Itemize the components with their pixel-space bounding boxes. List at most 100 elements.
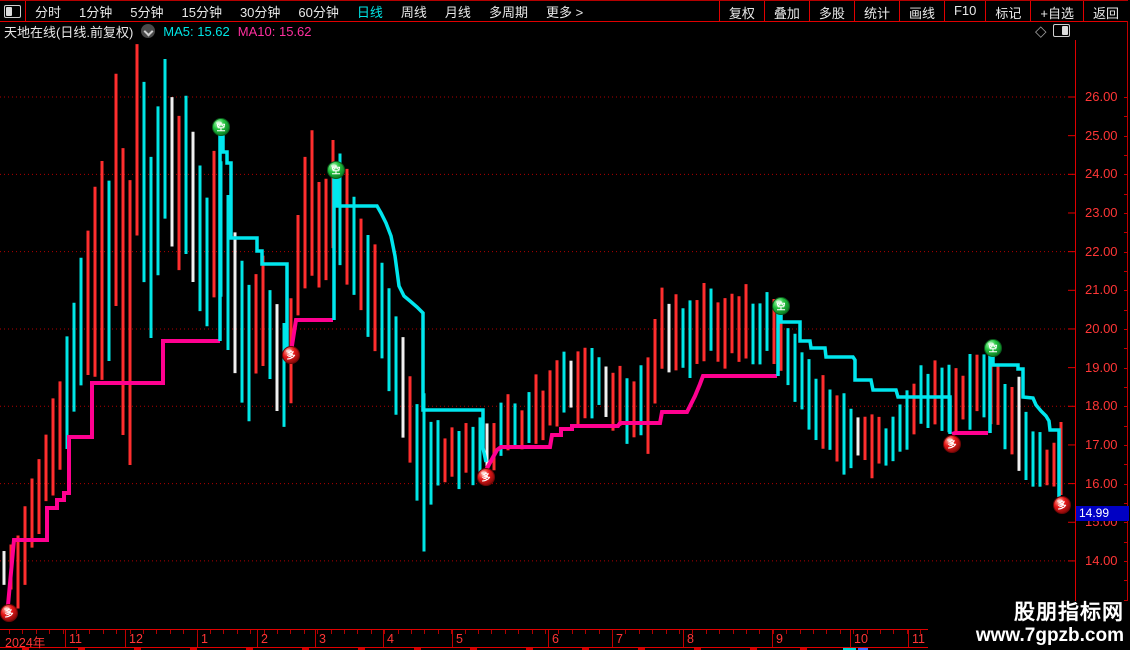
month-label: 8 [687, 632, 694, 646]
minor-time-tick [89, 630, 90, 634]
minor-time-tick [63, 630, 64, 634]
minor-time-tick [411, 630, 412, 634]
month-separator [65, 630, 66, 647]
minor-time-tick [759, 630, 760, 634]
chart-header: 天地在线(日线.前复权) MA5: 15.62 MA10: 15.62 [4, 23, 312, 40]
tools-menu-item-0[interactable]: 复权 [718, 1, 764, 21]
app-window: 分时 1分钟 5分钟 15分钟 30分钟 60分钟 日线 周线 月线 多周期 更多 > 复权 叠加 多股… [0, 0, 1130, 650]
right-minor-tick [1124, 387, 1127, 388]
month-separator [850, 630, 851, 647]
tools-menu-item-3[interactable]: 统计 [853, 1, 899, 21]
month-label: 3 [319, 632, 326, 646]
svg-text:空: 空 [776, 301, 785, 312]
minor-time-tick [36, 630, 37, 634]
minor-time-tick [183, 630, 184, 634]
right-minor-tick [1124, 522, 1127, 523]
right-minor-tick [1124, 155, 1127, 156]
minor-time-tick [9, 630, 10, 634]
minor-time-tick [116, 630, 117, 634]
minor-time-tick [143, 630, 144, 634]
tools-menu-item-5[interactable]: F10 [943, 1, 985, 21]
signal-short-marker: 空 [984, 339, 1002, 357]
period-menu-item-2[interactable]: 5分钟 [121, 2, 172, 21]
price-tick-label: 14.00 [1085, 552, 1118, 568]
price-tick-label: 23.00 [1085, 204, 1118, 220]
price-axis: 26.00 25.00 24.00 23.00 22.00 21.00 20.00 19.00… [1076, 40, 1128, 629]
period-menu-item-7[interactable]: 周线 [392, 2, 436, 21]
minor-time-tick [800, 630, 801, 634]
svg-text:空: 空 [331, 165, 340, 176]
right-minor-tick [1124, 580, 1127, 581]
svg-text:多: 多 [1057, 500, 1066, 511]
minor-time-tick [465, 630, 466, 634]
minor-time-tick [197, 630, 198, 634]
indicator-cyan-segment [776, 313, 952, 434]
month-separator [257, 630, 258, 647]
tools-menu-item-1[interactable]: 叠加 [763, 1, 809, 21]
right-minor-tick [1124, 484, 1127, 485]
minor-time-tick [558, 630, 559, 634]
period-menu-item-5[interactable]: 60分钟 [289, 2, 347, 21]
price-tick-label: 25.00 [1085, 127, 1118, 143]
watermark-url: www.7gpzb.com [975, 625, 1124, 646]
month-label: 9 [776, 632, 783, 646]
minor-time-tick [170, 630, 171, 634]
minor-time-tick [826, 630, 827, 634]
price-tick-label: 22.00 [1085, 243, 1118, 259]
price-tick-label: 17.00 [1085, 436, 1118, 452]
price-tick-label: 24.00 [1085, 166, 1118, 182]
right-minor-tick [1124, 445, 1127, 446]
minor-time-tick [853, 630, 854, 634]
indicator-pink-segment [289, 318, 333, 353]
tools-menu-item-2[interactable]: 多股 [808, 1, 854, 21]
minor-time-tick [773, 630, 774, 634]
minor-time-tick [518, 630, 519, 634]
month-label: 10 [854, 632, 868, 646]
minor-time-tick [398, 630, 399, 634]
period-menu-item-6[interactable]: 日线 [348, 2, 392, 21]
svg-text:空: 空 [988, 343, 997, 354]
last-price-tag: 14.99 [1076, 506, 1129, 521]
minor-time-tick [505, 630, 506, 634]
svg-text:多: 多 [481, 472, 490, 483]
minor-time-tick [880, 630, 881, 634]
right-minor-tick [1124, 97, 1127, 98]
period-menu-item-10[interactable]: 更多 > [537, 2, 592, 21]
minor-time-tick [840, 630, 841, 634]
period-menu-item-3[interactable]: 15分钟 [172, 2, 230, 21]
period-menu-item-8[interactable]: 月线 [436, 2, 480, 21]
period-menu-item-9[interactable]: 多周期 [480, 2, 537, 21]
minor-time-tick [290, 630, 291, 634]
minor-time-tick [746, 630, 747, 634]
minor-time-tick [277, 630, 278, 634]
signal-short-marker: 空 [212, 118, 230, 136]
ma10-value: MA10: 15.62 [237, 23, 312, 39]
month-label: 4 [387, 632, 394, 646]
right-minor-tick [1124, 542, 1127, 543]
tools-menu-item-6[interactable]: 标记 [985, 1, 1030, 21]
watermark-name: 股朋指标网 [1014, 601, 1124, 624]
price-tick-label: 19.00 [1085, 359, 1118, 375]
period-menu-item-1[interactable]: 1分钟 [70, 2, 121, 21]
diamond-icon[interactable]: ◇ [1035, 22, 1047, 40]
panel-layout-icon[interactable] [1053, 24, 1070, 37]
month-label: 11 [912, 632, 925, 646]
tools-menu-item-8[interactable]: 返回 [1082, 1, 1128, 21]
minor-time-tick [317, 630, 318, 634]
period-menu-item-0[interactable]: 分时 [26, 2, 70, 21]
right-minor-tick [1124, 426, 1127, 427]
minor-time-tick [357, 630, 358, 634]
chart-area[interactable]: 多 空多 空多 空多 空多 [0, 40, 1076, 629]
signal-long-marker: 多 [282, 346, 300, 364]
tools-menu-item-7[interactable]: +自选 [1030, 1, 1083, 21]
tools-menu-item-4[interactable]: 画线 [898, 1, 944, 21]
right-minor-tick [1124, 464, 1127, 465]
signal-long-marker: 多 [943, 435, 961, 453]
split-layout-icon[interactable] [0, 1, 26, 21]
minor-time-tick [679, 630, 680, 634]
right-minor-tick [1124, 561, 1127, 562]
period-menu-item-4[interactable]: 30分钟 [231, 2, 289, 21]
chevron-down-icon[interactable] [141, 24, 156, 38]
minor-time-tick [545, 630, 546, 634]
price-tick-label: 16.00 [1085, 475, 1118, 491]
